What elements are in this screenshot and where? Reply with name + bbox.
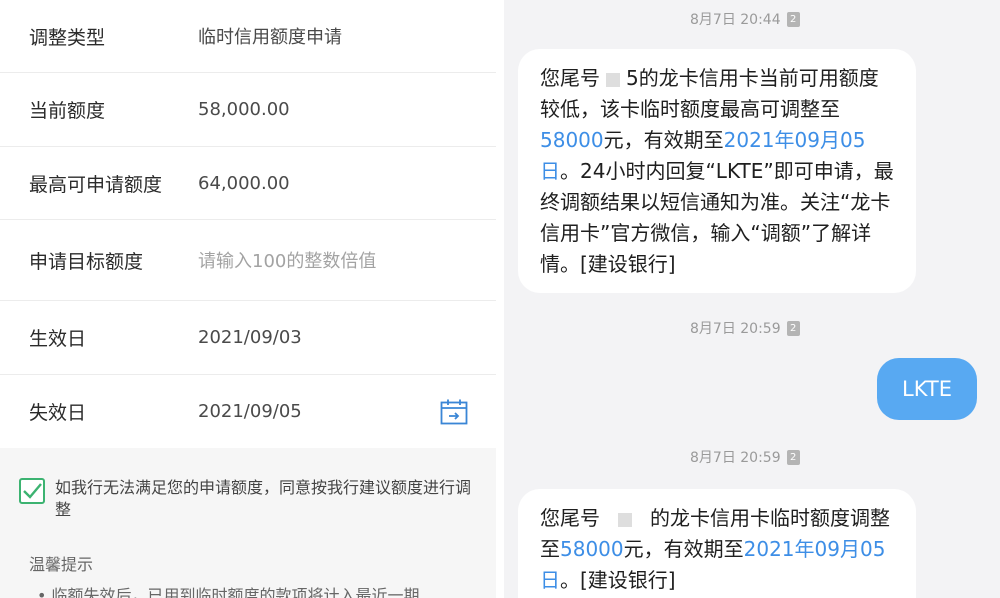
agree-checkbox[interactable] (19, 478, 45, 504)
timestamp: 8月7日 20:59 2 (690, 447, 800, 467)
adjust-type-value: 临时信用额度申请 (198, 27, 342, 48)
credit-limit-form: 调整类型 临时信用额度申请 当前额度 58,000.00 最高可申请额度 64,… (0, 0, 496, 598)
sim-card-icon: 2 (786, 449, 800, 465)
adjust-type-label: 调整类型 (29, 26, 106, 49)
agreement-section (0, 448, 496, 598)
row-target-limit[interactable]: 申请目标额度 请输入100的整数倍值 (0, 220, 496, 301)
timestamp: 8月7日 20:59 2 (690, 318, 800, 338)
expiry-date-value[interactable]: 2021/09/05 (198, 401, 302, 422)
sim-card-icon: 2 (786, 11, 800, 27)
expiry-date-label: 失效日 (29, 402, 87, 424)
target-limit-input[interactable]: 请输入100的整数倍值 (198, 247, 376, 273)
current-limit-label: 当前额度 (29, 100, 106, 122)
row-current-limit: 当前额度 58,000.00 (0, 73, 496, 147)
outgoing-message[interactable]: LKTE (877, 358, 977, 420)
timestamp-text: 8月7日 20:59 (690, 450, 781, 466)
masked-digits (606, 72, 620, 87)
incoming-message[interactable]: 您尾号 的龙卡信用卡临时额度调整至58000元，有效期至2021年09月05日。[… (518, 489, 916, 598)
message-text: 您尾号 (540, 506, 600, 530)
effective-date-label: 生效日 (29, 328, 87, 350)
masked-digits (618, 512, 632, 527)
agree-text: 如我行无法满足您的申请额度，同意按我行建议额度进行调整 (55, 478, 472, 519)
target-limit-label: 申请目标额度 (29, 250, 144, 273)
max-limit-label: 最高可申请额度 (29, 173, 163, 196)
timestamp-text: 8月7日 20:59 (690, 321, 781, 337)
row-adjust-type[interactable]: 调整类型 临时信用额度申请 (0, 0, 496, 73)
sms-conversation[interactable]: 8月7日 20:44 2 您尾号 5的龙卡信用卡当前可用额度较低，该卡临时额度最高… (504, 0, 1000, 598)
current-limit-value: 58,000.00 (198, 99, 290, 120)
row-effective-date[interactable]: 生效日 2021/09/03 (0, 301, 496, 375)
amount-highlight[interactable]: 58000 (540, 128, 604, 152)
incoming-message[interactable]: 您尾号 5的龙卡信用卡当前可用额度较低，该卡临时额度最高可调整至58000元，有效… (518, 49, 916, 293)
message-text: 元，有效期至 (603, 128, 724, 152)
tips-item: • 临额失效后，已用到临时额度的款项将计入最近一期 (37, 582, 420, 598)
amount-highlight[interactable]: 58000 (560, 537, 624, 561)
timestamp-text: 8月7日 20:44 (690, 12, 781, 28)
tips-item-text: 临额失效后，已用到临时额度的款项将计入最近一期 (51, 586, 420, 598)
message-text: 。24小时内回复“LKTE”即可申请，最终调额结果以短信通知为准。关注“龙卡信用… (540, 159, 894, 276)
message-text: 您尾号 (540, 66, 600, 90)
calendar-icon[interactable] (440, 399, 468, 425)
timestamp: 8月7日 20:44 2 (690, 9, 800, 29)
sim-card-icon: 2 (786, 320, 800, 336)
panel-divider (496, 0, 504, 598)
message-text: 。[建设银行] (560, 568, 676, 592)
row-expiry-date[interactable]: 失效日 2021/09/05 (0, 375, 496, 448)
check-icon (23, 483, 42, 499)
tips-title: 温馨提示 (29, 555, 94, 574)
message-text: 元，有效期至 (623, 537, 744, 561)
effective-date-value[interactable]: 2021/09/03 (198, 327, 302, 348)
max-limit-value: 64,000.00 (198, 172, 290, 194)
row-max-limit: 最高可申请额度 64,000.00 (0, 147, 496, 220)
